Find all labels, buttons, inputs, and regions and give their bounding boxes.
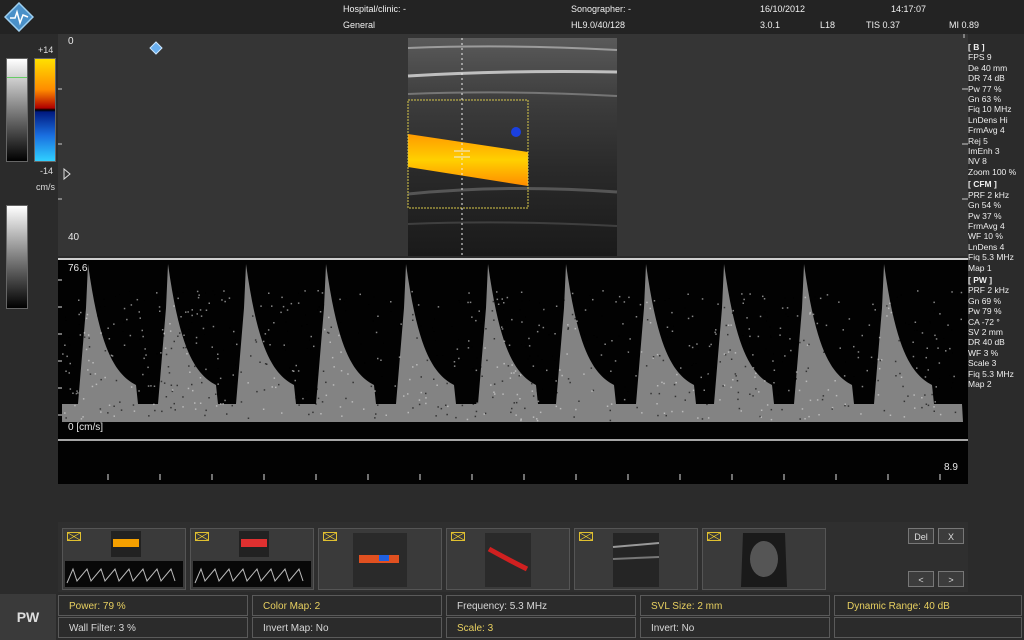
thumbnail-image [485, 533, 531, 587]
color-map-control[interactable]: Color Map: 2 [252, 595, 442, 616]
thumbnail-6[interactable] [702, 528, 826, 590]
param-item: CA -72 ° [968, 316, 1000, 327]
cfm-param-list: PRF 2 kHz Gn 54 % Pw 37 % FrmAvg 4 WF 10… [968, 190, 1024, 273]
thumbnail-image [741, 533, 787, 587]
b-param-list: FPS 9 De 40 mm DR 74 dB Pw 77 % Gn 63 % … [968, 52, 1024, 177]
param-item: PRF 2 kHz [968, 285, 1010, 296]
param-item: PRF 2 kHz [968, 189, 1010, 200]
doppler-spectrum-panel[interactable]: 76.6 0 [cm/s] 8.9 [58, 258, 968, 484]
param-item: Zoom 100 % [968, 166, 1017, 177]
date-label: 16/10/2012 [760, 4, 806, 14]
pw-param-list: PRF 2 kHz Gn 69 % Pw 79 % CA -72 ° SV 2 … [968, 285, 1024, 389]
empty-control-cell [834, 617, 1022, 638]
param-item: FrmAvg 4 [968, 220, 1005, 231]
param-item: Map 2 [968, 379, 992, 389]
scale-control[interactable]: Scale: 3 [446, 617, 636, 638]
param-item: WF 10 % [968, 231, 1003, 242]
param-item: De 40 mm [968, 62, 1008, 73]
doppler-waveform [58, 264, 968, 480]
param-item: Gn 69 % [968, 295, 1002, 306]
invert-control[interactable]: Invert: No [640, 617, 830, 638]
thumbnail-4[interactable] [446, 528, 570, 590]
param-item: Pw 77 % [968, 83, 1002, 94]
tis-label: TIS 0.37 [866, 20, 901, 30]
thumbnail-2[interactable] [190, 528, 314, 590]
param-item: Rej 5 [968, 135, 988, 146]
color-velocity-bar [34, 58, 56, 162]
app-logo-icon[interactable] [4, 2, 34, 32]
param-item: Fiq 5.3 MHz [968, 252, 1014, 263]
close-button[interactable]: X [938, 528, 964, 544]
bmode-scan-graphics [58, 34, 968, 256]
wall-filter-control[interactable]: Wall Filter: 3 % [58, 617, 248, 638]
param-item: Map 1 [968, 262, 992, 273]
delete-button[interactable]: Del [908, 528, 934, 544]
param-item: NV 8 [968, 156, 987, 167]
param-item: FPS 9 [968, 52, 992, 63]
param-item: ImEnh 3 [968, 146, 1000, 157]
thumbnail-1[interactable] [62, 528, 186, 590]
code-label: L18 [820, 20, 836, 30]
prev-page-button[interactable]: < [908, 571, 934, 587]
power-control[interactable]: Power: 79 % [58, 595, 248, 616]
b-params-header: [ B ] [968, 42, 985, 52]
hospital-label: Hospital/clinic: - [343, 4, 407, 14]
param-item: Gn 63 % [968, 94, 1002, 105]
probe-info: HL9.0/40/128 [571, 20, 626, 30]
frequency-control[interactable]: Frequency: 5.3 MHz [446, 595, 636, 616]
param-item: Pw 79 % [968, 306, 1002, 317]
version-label: 3.0.1 [760, 20, 781, 30]
parameter-panel: [ B ] FPS 9 De 40 mm DR 74 dB Pw 77 % Gn… [968, 40, 1024, 389]
dynamic-range-control[interactable]: Dynamic Range: 40 dB [834, 595, 1022, 616]
thumbnail-image [65, 531, 183, 587]
svl-size-control[interactable]: SVL Size: 2 mm [640, 595, 830, 616]
grayscale-bar [6, 58, 28, 162]
param-item: DR 40 dB [968, 337, 1005, 348]
mi-label: MI 0.89 [949, 20, 980, 30]
velocity-unit-label: cm/s [36, 182, 55, 192]
param-item: FrmAvg 4 [968, 125, 1005, 136]
doppler-grayscale-bar [6, 205, 28, 309]
thumbnail-5[interactable] [574, 528, 698, 590]
thumbnail-3[interactable] [318, 528, 442, 590]
param-item: Scale 3 [968, 358, 997, 369]
cfm-params-header: [ CFM ] [968, 179, 997, 190]
param-item: Gn 54 % [968, 200, 1002, 211]
preset-label: General [343, 20, 376, 30]
pw-params-header: [ PW ] [968, 274, 993, 285]
mode-indicator[interactable]: PW [0, 594, 56, 640]
next-page-button[interactable]: > [938, 571, 964, 587]
param-item: LnDens 4 [968, 241, 1005, 252]
sonographer-label: Sonographer: - [571, 4, 632, 14]
top-info-bar: Hospital/clinic: - General Sonographer: … [0, 0, 1024, 34]
thumbnail-image [353, 533, 407, 587]
param-item: Fiq 10 MHz [968, 104, 1012, 115]
color-bar-top-label: +14 [38, 45, 54, 55]
param-item: DR 74 dB [968, 73, 1005, 84]
param-item: LnDens Hi [968, 114, 1008, 125]
param-item: WF 3 % [968, 347, 999, 358]
invert-map-control[interactable]: Invert Map: No [252, 617, 442, 638]
param-item: Fiq 5.3 MHz [968, 368, 1014, 379]
color-bar-bottom-label: -14 [40, 166, 54, 176]
thumbnail-image [193, 531, 311, 587]
thumbnail-image [612, 533, 660, 587]
time-label: 14:17:07 [891, 4, 927, 14]
param-item: Pw 37 % [968, 210, 1002, 221]
bmode-image-panel[interactable]: 0 40 [58, 34, 968, 256]
param-item: SV 2 mm [968, 326, 1003, 337]
